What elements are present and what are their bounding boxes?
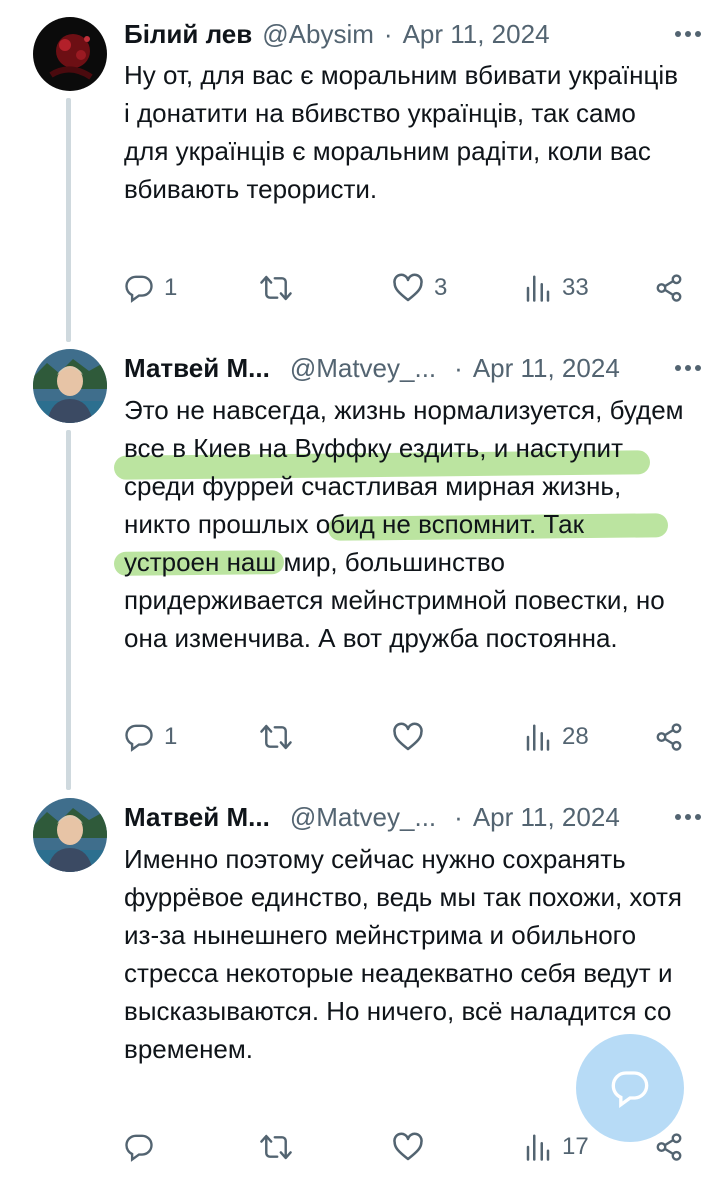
tweet-date[interactable]: Apr 11, 2024 bbox=[473, 353, 620, 384]
tweet-date[interactable]: Apr 11, 2024 bbox=[473, 802, 620, 833]
author-handle[interactable]: @Matvey_... bbox=[290, 802, 436, 833]
share-button[interactable] bbox=[654, 717, 684, 757]
like-count: 3 bbox=[434, 274, 448, 301]
author-name[interactable]: Білий лев bbox=[124, 19, 252, 50]
reply-icon bbox=[125, 1134, 153, 1162]
reply-icon bbox=[125, 724, 153, 752]
tweet-header: Матвей М... @Matvey_... · Apr 11, 2024 bbox=[124, 797, 702, 837]
views-button[interactable]: 17 bbox=[524, 1127, 589, 1167]
author-handle[interactable]: @Matvey_... bbox=[290, 353, 436, 384]
like-button[interactable] bbox=[392, 1127, 434, 1167]
reply-button[interactable]: 1 bbox=[124, 268, 177, 308]
more-icon[interactable] bbox=[658, 348, 702, 388]
tweet[interactable]: Матвей М... @Matvey_... · Apr 11, 2024 Э… bbox=[0, 340, 720, 790]
share-icon bbox=[656, 1133, 682, 1161]
avatar[interactable] bbox=[33, 17, 107, 91]
action-bar: 1 3 33 bbox=[124, 268, 688, 308]
separator: · bbox=[454, 352, 463, 383]
dark-red-avatar-icon bbox=[33, 17, 107, 91]
views-count: 17 bbox=[562, 1133, 589, 1160]
tweet-text: Именно поэтому сейчас нужно сохранять фу… bbox=[124, 844, 683, 1064]
like-icon bbox=[393, 1132, 423, 1161]
like-button[interactable]: 3 bbox=[392, 268, 447, 308]
retweet-button[interactable] bbox=[259, 1127, 303, 1167]
tweet-text: Ну от, для вас є моральним вбивати украї… bbox=[124, 60, 679, 204]
tweet-text: Это не навсегда, жизнь нормализуется, бу… bbox=[124, 395, 684, 653]
compose-reply-icon bbox=[611, 1071, 649, 1108]
retweet-button[interactable] bbox=[259, 717, 303, 757]
author-name[interactable]: Матвей М... bbox=[124, 802, 270, 833]
avatar[interactable] bbox=[33, 349, 107, 423]
more-icon[interactable] bbox=[658, 797, 702, 837]
reply-button[interactable]: 1 bbox=[124, 717, 177, 757]
views-count: 28 bbox=[562, 723, 589, 750]
tweet-date[interactable]: Apr 11, 2024 bbox=[403, 19, 550, 50]
tweet[interactable]: Білий лев @Abysim · Apr 11, 2024 Ну от, … bbox=[0, 0, 720, 340]
like-icon bbox=[393, 722, 423, 751]
retweet-icon bbox=[260, 724, 292, 750]
compose-reply-button[interactable] bbox=[576, 1034, 684, 1142]
views-button[interactable]: 28 bbox=[524, 717, 589, 757]
person-photo-avatar-icon bbox=[33, 349, 107, 423]
more-icon[interactable] bbox=[658, 14, 702, 54]
tweet-header: Білий лев @Abysim · Apr 11, 2024 bbox=[124, 14, 702, 54]
author-handle[interactable]: @Abysim bbox=[262, 19, 374, 50]
avatar[interactable] bbox=[33, 798, 107, 872]
separator: · bbox=[383, 18, 393, 49]
views-icon bbox=[526, 1134, 550, 1161]
views-count: 33 bbox=[562, 274, 589, 301]
reply-count: 1 bbox=[164, 274, 178, 301]
views-icon bbox=[526, 275, 550, 302]
reply-button[interactable] bbox=[124, 1127, 164, 1167]
retweet-icon bbox=[260, 1134, 292, 1160]
retweet-button[interactable] bbox=[259, 268, 303, 308]
like-icon bbox=[393, 273, 423, 302]
views-button[interactable]: 33 bbox=[524, 268, 589, 308]
action-bar: 1 28 bbox=[124, 717, 688, 757]
tweet-header: Матвей М... @Matvey_... · Apr 11, 2024 bbox=[124, 348, 702, 388]
reply-icon bbox=[125, 275, 153, 303]
share-button[interactable] bbox=[654, 268, 684, 308]
author-name[interactable]: Матвей М... bbox=[124, 353, 270, 384]
person-photo-avatar-icon bbox=[33, 798, 107, 872]
like-button[interactable] bbox=[392, 717, 434, 757]
views-icon bbox=[526, 724, 550, 751]
reply-count: 1 bbox=[164, 723, 178, 750]
share-icon bbox=[656, 274, 682, 302]
retweet-icon bbox=[260, 275, 292, 301]
separator: · bbox=[454, 801, 463, 832]
share-icon bbox=[656, 723, 682, 751]
